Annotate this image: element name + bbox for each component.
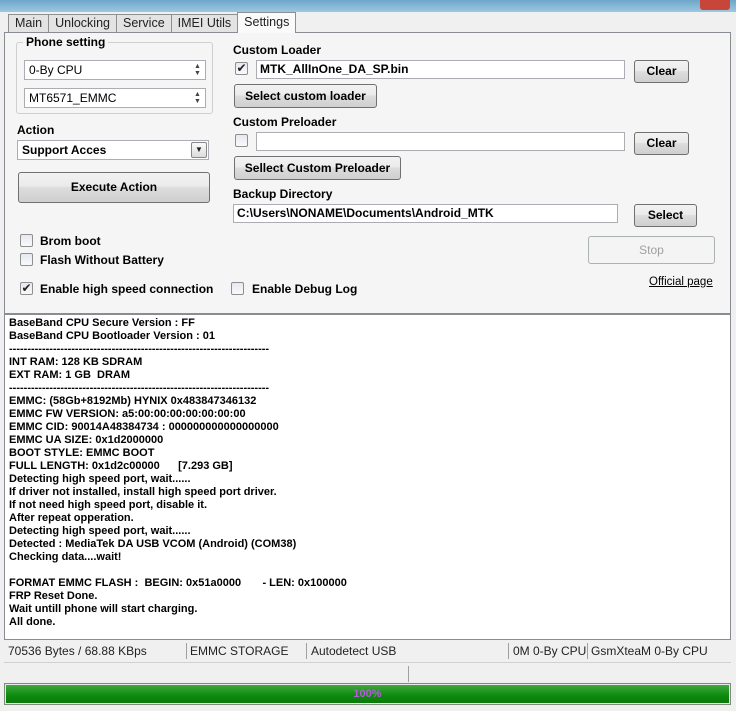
backup-directory-input[interactable]: C:\Users\NONAME\Documents\Android_MTK bbox=[233, 204, 618, 223]
spin-arrows-icon[interactable]: ▲ ▼ bbox=[192, 63, 203, 77]
status-usb: Autodetect USB bbox=[311, 644, 397, 658]
stop-button[interactable]: Stop bbox=[588, 236, 715, 264]
progress-bar: 100% bbox=[4, 683, 731, 705]
custom-loader-clear-button[interactable]: Clear bbox=[634, 60, 689, 83]
title-bar bbox=[0, 0, 736, 12]
log-line: Detected : MediaTek DA USB VCOM (Android… bbox=[9, 538, 297, 550]
status-storage: EMMC STORAGE bbox=[190, 644, 289, 658]
secondary-status-bar bbox=[4, 662, 731, 682]
custom-loader-input[interactable]: MTK_AllInOne_DA_SP.bin bbox=[256, 60, 625, 79]
log-separator: ----------------------------------------… bbox=[9, 382, 270, 394]
status-cpu-info: 0M 0-By CPU bbox=[513, 644, 587, 658]
high-speed-checkbox[interactable]: ✔ bbox=[20, 282, 33, 295]
flash-without-battery-label: Flash Without Battery bbox=[40, 253, 164, 267]
chevron-down-icon[interactable]: ▼ bbox=[191, 142, 207, 158]
select-custom-loader-button[interactable]: Select custom loader bbox=[234, 84, 377, 108]
tab-strip: Main Unlocking Service IMEI Utils Settin… bbox=[8, 12, 297, 33]
log-line: If driver not installed, install high sp… bbox=[9, 486, 277, 498]
log-line: EXT RAM: 1 GB DRAM bbox=[9, 369, 130, 381]
tab-unlocking[interactable]: Unlocking bbox=[48, 14, 117, 33]
log-line: After repeat opperation. bbox=[9, 512, 134, 524]
backup-select-button[interactable]: Select bbox=[634, 204, 697, 227]
log-line: Detecting high speed port, wait...... bbox=[9, 525, 191, 537]
phone-setting-title: Phone setting bbox=[23, 35, 109, 49]
debug-log-checkbox[interactable] bbox=[231, 282, 244, 295]
log-line: EMMC CID: 90014A48384734 : 0000000000000… bbox=[9, 421, 279, 433]
log-line: All done. bbox=[9, 616, 56, 628]
log-separator: ----------------------------------------… bbox=[9, 343, 270, 355]
custom-loader-checkbox[interactable]: ✔ bbox=[235, 62, 248, 75]
debug-log-label: Enable Debug Log bbox=[252, 282, 358, 296]
status-brand: GsmXteaM 0-By CPU bbox=[591, 644, 708, 658]
action-label: Action bbox=[17, 123, 55, 137]
log-output: BaseBand CPU Secure Version : FF BaseBan… bbox=[4, 314, 731, 640]
brom-boot-checkbox[interactable] bbox=[20, 234, 33, 247]
log-line: Detecting high speed port, wait...... bbox=[9, 473, 191, 485]
custom-preloader-label: Custom Preloader bbox=[233, 115, 337, 129]
log-line: EMMC UA SIZE: 0x1d2000000 bbox=[9, 434, 164, 446]
brom-boot-label: Brom boot bbox=[40, 234, 101, 248]
status-divider bbox=[408, 666, 409, 682]
action-select-value: Support Acces bbox=[22, 143, 107, 157]
status-transfer: 70536 Bytes / 68.88 KBps bbox=[8, 644, 147, 658]
execute-action-button[interactable]: Execute Action bbox=[18, 172, 210, 203]
log-line: EMMC FW VERSION: a5:00:00:00:00:00:00:00 bbox=[9, 408, 246, 420]
tab-imei-utils[interactable]: IMEI Utils bbox=[170, 14, 239, 33]
model-select-value: MT6571_EMMC bbox=[29, 91, 117, 105]
tab-settings[interactable]: Settings bbox=[237, 12, 297, 33]
log-line: BOOT STYLE: EMMC BOOT bbox=[9, 447, 155, 459]
status-divider bbox=[508, 643, 509, 659]
custom-preloader-input[interactable] bbox=[256, 132, 625, 151]
tab-service[interactable]: Service bbox=[115, 14, 172, 33]
tab-main[interactable]: Main bbox=[8, 14, 50, 33]
model-select[interactable]: MT6571_EMMC ▲ ▼ bbox=[24, 88, 206, 108]
checkmark-icon: ✔ bbox=[21, 281, 32, 295]
log-line: FULL LENGTH: 0x1d2c00000 [7.293 GB] bbox=[9, 460, 233, 472]
custom-preloader-clear-button[interactable]: Clear bbox=[634, 132, 689, 155]
backup-directory-label: Backup Directory bbox=[233, 187, 333, 201]
status-bar: 70536 Bytes / 68.88 KBps EMMC STORAGE Au… bbox=[4, 641, 731, 661]
checkmark-icon: ✔ bbox=[236, 61, 247, 75]
app-window: Main Unlocking Service IMEI Utils Settin… bbox=[0, 0, 736, 711]
log-line: EMMC: (58Gb+8192Mb) HYNIX 0x483847346132 bbox=[9, 395, 257, 407]
execute-action-label: Execute Action bbox=[70, 180, 158, 194]
log-line: If not need high speed port, disable it. bbox=[9, 499, 208, 511]
log-line: BaseBand CPU Secure Version : FF bbox=[9, 317, 195, 329]
log-line: Checking data....wait! bbox=[9, 551, 122, 563]
high-speed-label: Enable high speed connection bbox=[40, 282, 214, 296]
spin-arrows-icon[interactable]: ▲ ▼ bbox=[192, 91, 203, 105]
log-line: BaseBand CPU Bootloader Version : 01 bbox=[9, 330, 215, 342]
cpu-select[interactable]: 0-By CPU ▲ ▼ bbox=[24, 60, 206, 80]
progress-label: 100% bbox=[353, 688, 382, 700]
custom-loader-label: Custom Loader bbox=[233, 43, 322, 57]
select-custom-preloader-button[interactable]: Sellect Custom Preloader bbox=[234, 156, 401, 180]
action-select[interactable]: Support Acces ▼ bbox=[17, 140, 209, 160]
log-line: FRP Reset Done. bbox=[9, 590, 98, 602]
status-divider bbox=[306, 643, 307, 659]
flash-without-battery-checkbox[interactable] bbox=[20, 253, 33, 266]
custom-preloader-checkbox[interactable] bbox=[235, 134, 248, 147]
official-page-link[interactable]: Official page bbox=[649, 276, 713, 288]
status-divider bbox=[587, 643, 588, 659]
log-line: Wait untill phone will start charging. bbox=[9, 603, 198, 615]
window-close-button[interactable] bbox=[700, 0, 730, 10]
status-divider bbox=[186, 643, 187, 659]
log-line: FORMAT EMMC FLASH : BEGIN: 0x51a0000 - L… bbox=[9, 577, 347, 589]
log-line: INT RAM: 128 KB SDRAM bbox=[9, 356, 143, 368]
cpu-select-value: 0-By CPU bbox=[29, 63, 83, 77]
